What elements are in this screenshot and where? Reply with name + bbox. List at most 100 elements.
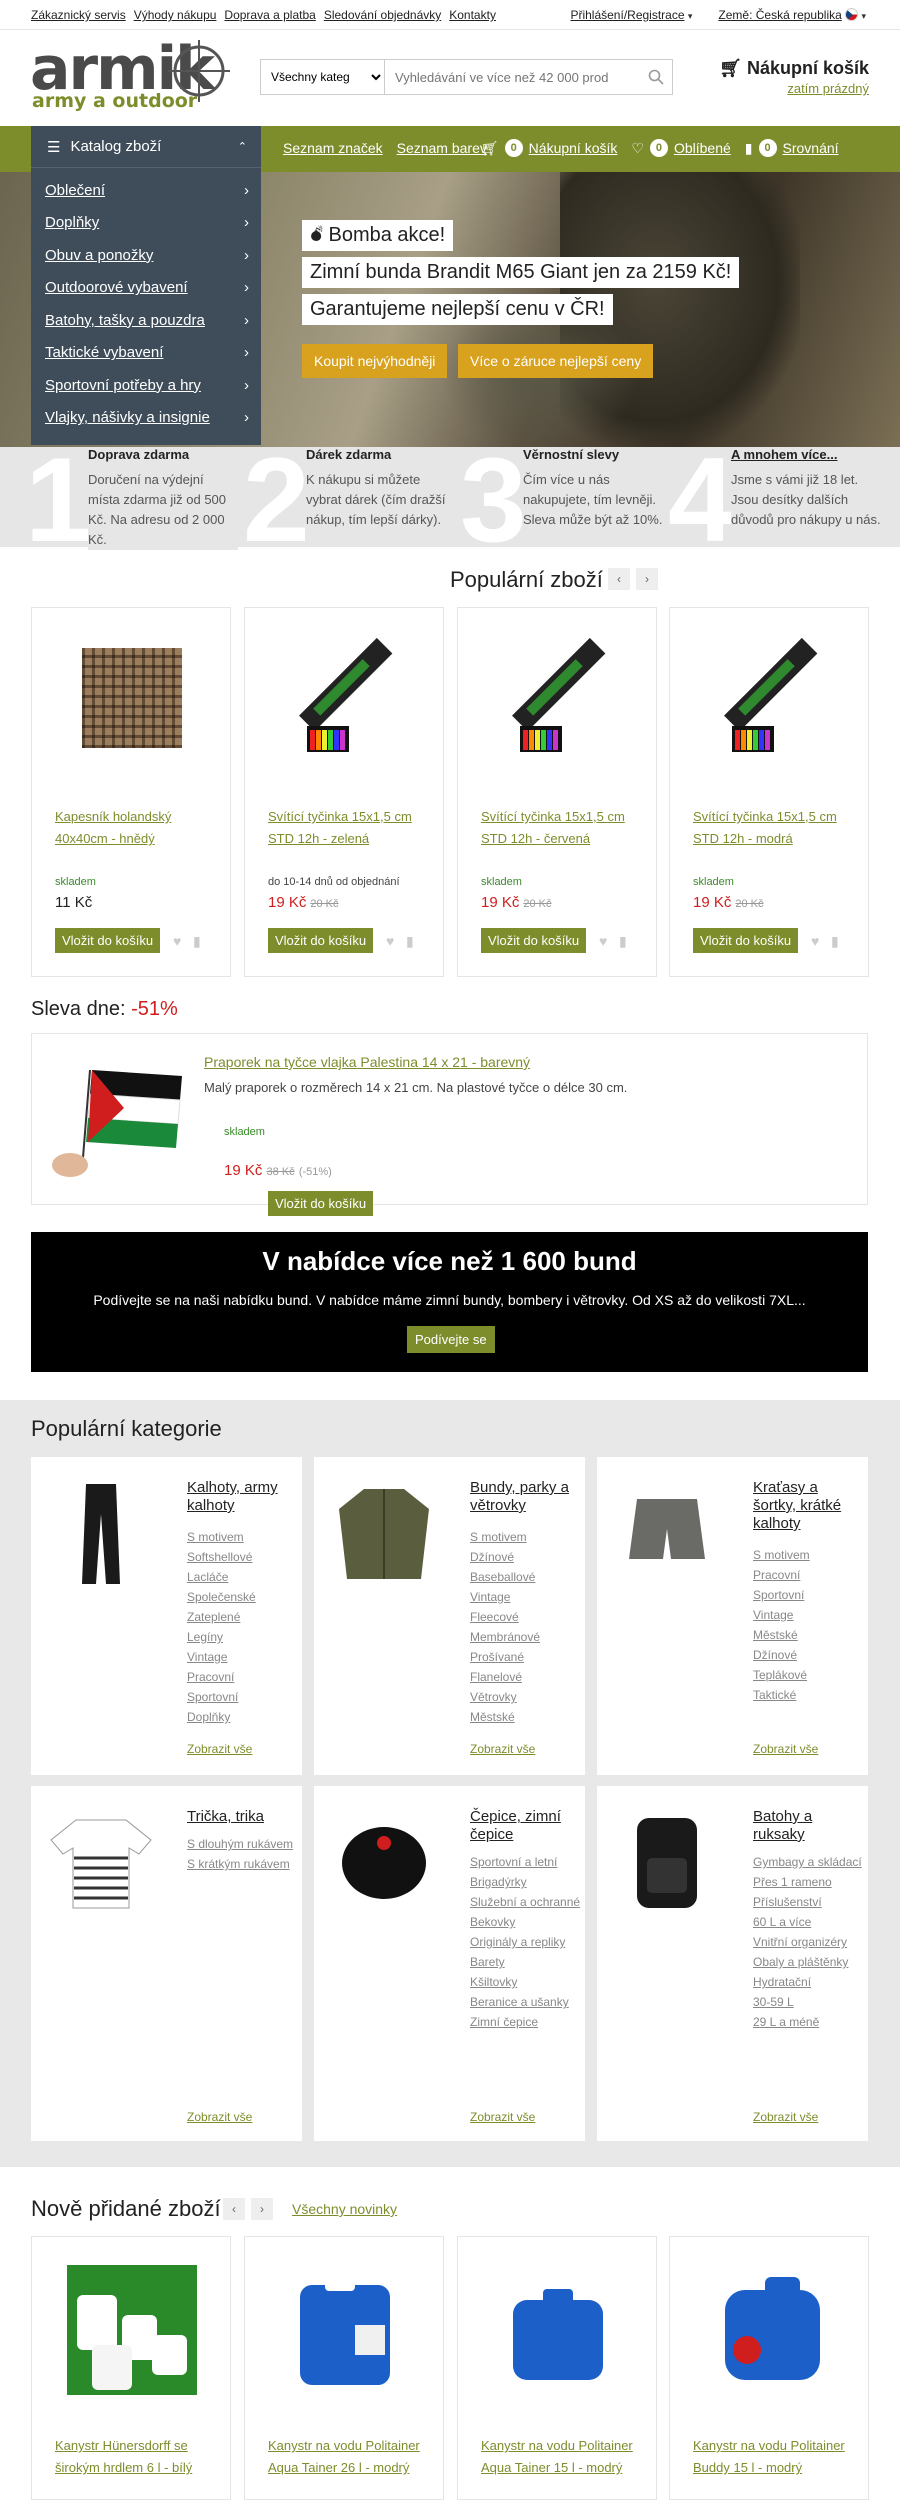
- category-image-backpack[interactable]: [612, 1808, 722, 1918]
- add-to-cart-button[interactable]: Vložit do košíku: [693, 928, 799, 953]
- link-order-tracking[interactable]: Sledování objednávky: [324, 8, 441, 22]
- category-link[interactable]: Teplákové: [753, 1665, 810, 1685]
- bar-chart-icon[interactable]: ▮: [193, 933, 201, 950]
- product-name[interactable]: Svítící tyčinka 15x1,5 cm STD 12h - zele…: [268, 806, 438, 850]
- category-link[interactable]: Společenské: [187, 1587, 256, 1607]
- category-link[interactable]: Flanelové: [470, 1667, 540, 1687]
- bar-chart-icon[interactable]: ▮: [406, 933, 414, 950]
- promo-button[interactable]: Podívejte se: [407, 1326, 495, 1353]
- benefit-title[interactable]: A mnohem více...: [731, 447, 881, 462]
- product-image-canister-buddy[interactable]: [705, 2265, 835, 2395]
- category-link[interactable]: Membránové: [470, 1627, 540, 1647]
- category-link[interactable]: Softshellové: [187, 1547, 256, 1567]
- nav-compare-link[interactable]: Srovnání: [783, 140, 839, 156]
- category-link[interactable]: Prošívané: [470, 1647, 540, 1667]
- product-image-glowstick-red[interactable]: [498, 638, 618, 758]
- category-link[interactable]: Taktické: [753, 1685, 810, 1705]
- deal-product-name[interactable]: Praporek na tyčce vlajka Palestina 14 x …: [204, 1054, 530, 1070]
- category-link[interactable]: Služební a ochranné: [470, 1892, 580, 1912]
- arrow-right-icon[interactable]: ›: [251, 2198, 273, 2220]
- category-title[interactable]: Trička, trika: [187, 1808, 297, 1826]
- catalog-item-tactical[interactable]: Taktické vybavení ›: [31, 337, 261, 370]
- product-name[interactable]: Kapesník holandský 40x40cm - hnědý: [55, 806, 225, 850]
- category-image-pants[interactable]: [46, 1479, 156, 1589]
- category-link[interactable]: Městské: [470, 1707, 540, 1727]
- category-link[interactable]: Zimní čepice: [470, 2012, 580, 2032]
- new-product-card[interactable]: Kanystr Hünersdorff se širokým hrdlem 6 …: [31, 2236, 231, 2500]
- search-button[interactable]: [640, 60, 672, 94]
- category-image-shorts[interactable]: [612, 1479, 722, 1589]
- product-image-glowstick-blue[interactable]: [710, 638, 830, 758]
- category-link[interactable]: Lacláče: [187, 1567, 256, 1587]
- link-contacts[interactable]: Kontakty: [449, 8, 496, 22]
- category-link[interactable]: Příslušenství: [753, 1892, 862, 1912]
- heart-icon[interactable]: ♥: [173, 933, 181, 949]
- category-link[interactable]: S motivem: [470, 1527, 540, 1547]
- show-all-link[interactable]: Zobrazit vše: [753, 2110, 818, 2124]
- category-image-hat[interactable]: [329, 1808, 439, 1918]
- heart-icon[interactable]: ♥: [386, 933, 394, 949]
- new-product-card[interactable]: Kanystr na vodu Politainer Aqua Tainer 2…: [244, 2236, 444, 2500]
- product-name[interactable]: Svítící tyčinka 15x1,5 cm STD 12h - modr…: [693, 806, 863, 850]
- catalog-item-clothing[interactable]: Oblečení ›: [31, 174, 261, 207]
- category-link[interactable]: S motivem: [187, 1527, 256, 1547]
- catalog-item-sports[interactable]: Sportovní potřeby a hry ›: [31, 369, 261, 402]
- product-card[interactable]: Svítící tyčinka 15x1,5 cm STD 12h - modr…: [669, 607, 869, 977]
- heart-icon[interactable]: ♥: [599, 933, 607, 949]
- catalog-item-footwear[interactable]: Obuv a ponožky ›: [31, 239, 261, 272]
- category-link[interactable]: Brigadýrky: [470, 1872, 580, 1892]
- login-link[interactable]: Přihlášení/Registrace: [570, 8, 684, 22]
- category-link[interactable]: Džínové: [470, 1547, 540, 1567]
- category-link[interactable]: Zateplené: [187, 1607, 256, 1627]
- product-card[interactable]: Svítící tyčinka 15x1,5 cm STD 12h - zele…: [244, 607, 444, 977]
- arrow-left-icon[interactable]: ‹: [608, 568, 630, 590]
- nav-cart-link[interactable]: Nákupní košík: [529, 140, 618, 156]
- product-name[interactable]: Kanystr na vodu Politainer Aqua Tainer 1…: [481, 2435, 651, 2479]
- category-link[interactable]: Vintage: [753, 1605, 810, 1625]
- logo[interactable]: armik army a outdoor: [30, 38, 240, 114]
- nav-brands-link[interactable]: Seznam značek: [283, 139, 383, 157]
- category-title[interactable]: Batohy a ruksaky: [753, 1808, 863, 1844]
- category-title[interactable]: Čepice, zimní čepice: [470, 1808, 580, 1844]
- product-card[interactable]: Svítící tyčinka 15x1,5 cm STD 12h - červ…: [457, 607, 657, 977]
- product-card[interactable]: Kapesník holandský 40x40cm - hnědý sklad…: [31, 607, 231, 977]
- category-link[interactable]: Přes 1 rameno: [753, 1872, 862, 1892]
- new-product-card[interactable]: Kanystr na vodu Politainer Buddy 15 l - …: [669, 2236, 869, 2500]
- category-link[interactable]: Gymbagy a skládací: [753, 1852, 862, 1872]
- nav-favorites[interactable]: ♡ 0 Oblíbené: [631, 139, 731, 157]
- deal-card[interactable]: Praporek na tyčce vlajka Palestina 14 x …: [31, 1033, 868, 1216]
- category-link[interactable]: S dlouhým rukávem: [187, 1834, 293, 1854]
- show-all-link[interactable]: Zobrazit vše: [187, 2110, 252, 2124]
- arrow-left-icon[interactable]: ‹: [223, 2198, 245, 2220]
- category-link[interactable]: 30-59 L: [753, 1992, 862, 2012]
- catalog-item-outdoor[interactable]: Outdoorové vybavení ›: [31, 272, 261, 305]
- category-link[interactable]: Pracovní: [753, 1565, 810, 1585]
- jackets-promo-banner[interactable]: V nabídce více než 1 600 bund Podívejte …: [31, 1232, 868, 1372]
- country-link[interactable]: Země: Česká republika: [718, 8, 841, 22]
- nav-favorites-link[interactable]: Oblíbené: [674, 140, 731, 156]
- catalog-item-accessories[interactable]: Doplňky ›: [31, 207, 261, 240]
- category-link[interactable]: Vintage: [470, 1587, 540, 1607]
- category-link[interactable]: Sportovní: [753, 1585, 810, 1605]
- header-cart[interactable]: 🛒︎ Nákupní košík zatím prázdný: [719, 58, 869, 96]
- category-image-tshirt[interactable]: [46, 1808, 156, 1918]
- bar-chart-icon[interactable]: ▮: [619, 933, 627, 950]
- catalog-header[interactable]: ☰ Katalog zboží ⌃: [31, 126, 261, 168]
- category-link[interactable]: 29 L a méně: [753, 2012, 862, 2032]
- link-customer-service[interactable]: Zákaznický servis: [31, 8, 126, 22]
- product-name[interactable]: Kanystr na vodu Politainer Buddy 15 l - …: [693, 2435, 863, 2479]
- deal-image-flag[interactable]: [52, 1050, 182, 1185]
- category-link[interactable]: Sportovní: [187, 1687, 256, 1707]
- category-link[interactable]: Pracovní: [187, 1667, 256, 1687]
- catalog-item-bags[interactable]: Batohy, tašky a pouzdra ›: [31, 304, 261, 337]
- deal-add-to-cart-button[interactable]: Vložit do košíku: [268, 1191, 374, 1216]
- product-name[interactable]: Kanystr Hünersdorff se širokým hrdlem 6 …: [55, 2435, 225, 2479]
- nav-colors-link[interactable]: Seznam barev: [397, 139, 487, 157]
- category-image-jacket[interactable]: [329, 1479, 439, 1589]
- nav-compare[interactable]: ▮ 0 Srovnání: [745, 139, 839, 157]
- category-link[interactable]: Barety: [470, 1952, 580, 1972]
- product-name[interactable]: Kanystr na vodu Politainer Aqua Tainer 2…: [268, 2435, 438, 2479]
- heart-icon[interactable]: ♥: [811, 933, 819, 949]
- product-image-handkerchief[interactable]: [82, 648, 182, 748]
- product-image-glowstick-green[interactable]: [285, 638, 405, 758]
